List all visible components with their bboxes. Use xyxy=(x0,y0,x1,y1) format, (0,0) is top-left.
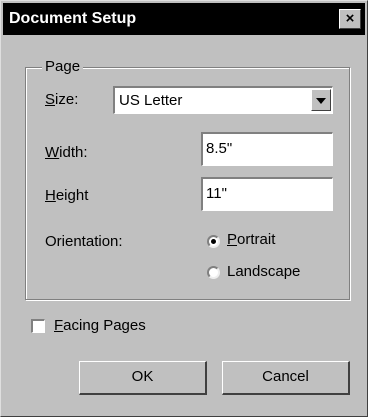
width-input[interactable]: 8.5" xyxy=(201,132,333,166)
portrait-label-rest: ortrait xyxy=(237,231,276,248)
height-label-accel: H xyxy=(45,187,56,204)
chevron-down-icon[interactable] xyxy=(311,89,331,111)
close-button[interactable]: × xyxy=(339,9,361,29)
portrait-radio[interactable] xyxy=(207,235,220,248)
landscape-radio[interactable] xyxy=(207,266,220,279)
facing-pages-label-accel: F xyxy=(54,317,64,334)
page-group-label: Page xyxy=(42,58,84,75)
height-label-rest: eight xyxy=(55,187,89,204)
width-label-rest: idth: xyxy=(59,144,88,161)
width-label: Width: xyxy=(45,144,88,161)
portrait-option-label[interactable]: Portrait xyxy=(227,231,275,248)
size-label-accel: S xyxy=(45,91,56,108)
width-input-value: 8.5" xyxy=(206,140,233,157)
facing-pages-label-rest: acing Pages xyxy=(63,317,146,334)
orientation-label: Orientation: xyxy=(45,233,123,250)
height-label: Height xyxy=(45,187,88,204)
cancel-button[interactable]: Cancel xyxy=(222,361,350,395)
portrait-label-accel: P xyxy=(227,231,238,248)
facing-pages-label[interactable]: Facing Pages xyxy=(54,317,146,334)
size-dropdown[interactable]: US Letter xyxy=(113,86,333,114)
height-input-value: 11" xyxy=(206,185,227,202)
size-dropdown-value: US Letter xyxy=(119,92,183,109)
facing-pages-checkbox[interactable] xyxy=(31,319,45,333)
size-label-rest: ize: xyxy=(55,91,79,108)
size-label: Size: xyxy=(45,91,78,108)
dialog-title: Document Setup xyxy=(9,10,137,27)
title-bar[interactable]: Document Setup × xyxy=(3,3,365,35)
height-input[interactable]: 11" xyxy=(201,177,333,211)
ok-button[interactable]: OK xyxy=(79,361,207,395)
landscape-option-label[interactable]: Landscape xyxy=(227,263,300,280)
width-label-accel: W xyxy=(45,144,60,161)
